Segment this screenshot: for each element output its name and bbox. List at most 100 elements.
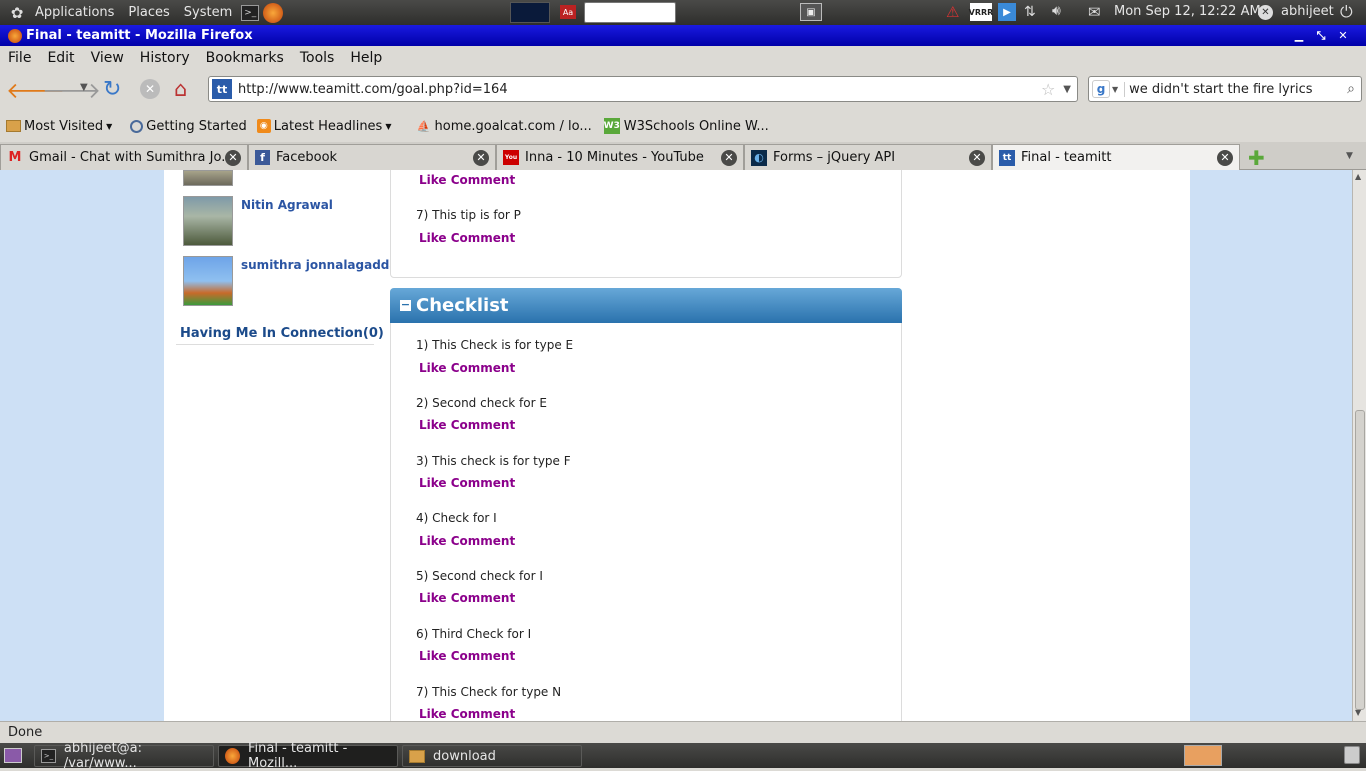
user-name[interactable]: abhijeet — [1281, 4, 1334, 19]
rss-icon: ◉ — [256, 119, 271, 133]
like-comment-link[interactable]: Like Comment — [419, 476, 515, 490]
menu-help[interactable]: Help — [342, 50, 390, 66]
menu-view[interactable]: View — [83, 50, 132, 66]
close-tab-icon[interactable]: ✕ — [225, 149, 241, 166]
bookmark-label: Most Visited — [24, 118, 104, 134]
checklist-header[interactable]: − Checklist — [390, 288, 902, 323]
applications-menu[interactable]: Applications — [28, 5, 121, 20]
search-text[interactable]: we didn't start the fire lyrics — [1124, 81, 1347, 97]
show-desktop-icon[interactable] — [4, 748, 22, 763]
menu-edit[interactable]: Edit — [39, 50, 82, 66]
menu-file[interactable]: File — [0, 50, 39, 66]
gnome-foot-icon[interactable]: ✿ — [6, 4, 28, 22]
like-comment-link[interactable]: Like Comment — [419, 591, 515, 605]
google-engine-icon[interactable]: g — [1092, 80, 1110, 98]
person-name-link[interactable]: Nitin Agrawal — [241, 198, 333, 246]
stop-icon[interactable]: ✕ — [140, 79, 160, 99]
like-comment-link[interactable]: Like Comment — [419, 649, 515, 663]
tab-teamitt[interactable]: tt Final - teamitt ✕ — [992, 144, 1240, 170]
search-bar[interactable]: g ▼ we didn't start the fire lyrics ⌕ — [1088, 76, 1362, 102]
bookmark-getting-started[interactable]: Getting Started — [130, 119, 247, 134]
mail-icon[interactable]: ✉ — [1088, 3, 1101, 21]
taskbar-terminal[interactable]: >_ abhijeet@a: /var/www... — [34, 741, 214, 771]
workspace-switcher-icon[interactable]: ▣ — [800, 3, 822, 21]
user-status-icon[interactable]: ✕ — [1258, 5, 1273, 20]
menu-history[interactable]: History — [132, 50, 198, 66]
trash-icon[interactable] — [1344, 746, 1360, 764]
like-comment-link[interactable]: Like Comment — [419, 361, 515, 375]
tab-jquery[interactable]: ◐ Forms – jQuery API ✕ — [744, 144, 992, 170]
bookmark-most-visited[interactable]: Most Visited ▼ — [6, 119, 112, 134]
vertical-scrollbar[interactable]: ▲ ▼ — [1352, 170, 1366, 721]
taskbar-download[interactable]: download — [402, 745, 582, 767]
bookmark-w3schools[interactable]: W3 W3Schools Online W... — [604, 118, 769, 134]
firefox-launcher-icon[interactable] — [263, 2, 284, 23]
url-dropdown-icon[interactable]: ▼ — [1063, 84, 1071, 95]
terminal-launcher-icon[interactable]: >_ — [241, 4, 260, 21]
like-comment-link[interactable]: Like Comment — [419, 231, 515, 245]
engine-dropdown-icon[interactable]: ▼ — [1112, 85, 1118, 94]
connection-heading-link[interactable]: Having Me In Connection(0) — [180, 326, 384, 341]
home-icon[interactable]: ⌂ — [174, 77, 187, 101]
like-comment-link[interactable]: Like Comment — [419, 418, 515, 432]
taskbar-firefox[interactable]: Final - teamitt - Mozill... — [218, 741, 398, 771]
close-tab-icon[interactable]: ✕ — [473, 149, 489, 166]
like-comment-link[interactable]: Like Comment — [419, 534, 515, 548]
page-viewport: Nitin Agrawal sumithra jonnalagadda Havi… — [0, 170, 1352, 721]
person-name-link[interactable]: sumithra jonnalagadda — [241, 258, 398, 306]
tab-facebook[interactable]: f Facebook ✕ — [248, 144, 496, 170]
clock[interactable]: Mon Sep 12, 12:22 AM — [1114, 4, 1261, 19]
power-icon[interactable]: ⏻ — [1340, 2, 1353, 22]
tab-youtube[interactable]: You Inna - 10 Minutes - YouTube ✕ — [496, 144, 744, 170]
close-window-icon[interactable]: ✕ — [1332, 29, 1354, 42]
bookmark-latest-headlines[interactable]: ◉ Latest Headlines ▼ — [256, 119, 392, 134]
teamitt-icon: tt — [999, 149, 1015, 166]
volume-icon[interactable]: 🔊︎ — [1052, 3, 1061, 19]
scroll-down-icon[interactable]: ▼ — [1355, 708, 1361, 717]
places-menu[interactable]: Places — [121, 5, 176, 20]
avatar[interactable] — [183, 196, 233, 246]
url-text[interactable]: http://www.teamitt.com/goal.php?id=164 — [238, 82, 1041, 97]
avatar[interactable] — [183, 256, 233, 306]
tab-strip: M Gmail - Chat with Sumithra Jo... ✕ f F… — [0, 142, 1366, 170]
application-indicator-icon[interactable]: ▶ — [998, 3, 1016, 21]
history-dropdown-icon[interactable]: ▼ — [80, 82, 88, 93]
bookmark-goalcat[interactable]: ⛵ home.goalcat.com / lo... — [416, 118, 592, 134]
like-comment-link[interactable]: Like Comment — [419, 173, 515, 187]
connection-person: Nitin Agrawal — [183, 196, 333, 246]
bookmark-label: Getting Started — [146, 118, 247, 134]
list-all-tabs-icon[interactable]: ▼ — [1346, 151, 1353, 161]
jquery-icon: ◐ — [751, 149, 767, 166]
close-tab-icon[interactable]: ✕ — [969, 149, 985, 166]
system-menu[interactable]: System — [177, 5, 239, 20]
reload-icon[interactable]: ↻ — [103, 77, 121, 102]
minimize-icon[interactable]: ▁ — [1288, 29, 1310, 42]
network-icon[interactable]: ⇅ — [1024, 4, 1036, 20]
forward-icon[interactable]: 🡒 — [42, 78, 101, 104]
gmail-icon: M — [8, 150, 22, 165]
bookmark-star-icon[interactable]: ☆ — [1041, 80, 1055, 99]
menu-bookmarks[interactable]: Bookmarks — [198, 50, 292, 66]
tab-gmail[interactable]: M Gmail - Chat with Sumithra Jo... ✕ — [0, 144, 248, 170]
connection-person: sumithra jonnalagadda — [183, 256, 398, 306]
window-titlebar[interactable]: Final - teamitt - Mozilla Firefox ▁ ⤡ ✕ — [0, 25, 1366, 46]
maximize-icon[interactable]: ⤡ — [1310, 29, 1332, 43]
folder-icon — [409, 749, 425, 763]
dictionary-lookup-field[interactable] — [584, 2, 676, 23]
scroll-up-icon[interactable]: ▲ — [1355, 172, 1361, 181]
alert-icon[interactable]: ⚠ — [946, 3, 959, 21]
menu-tools[interactable]: Tools — [292, 50, 343, 66]
avatar[interactable] — [183, 170, 233, 186]
search-icon[interactable]: ⌕ — [1347, 81, 1355, 97]
dictionary-icon[interactable]: Aa — [560, 5, 576, 19]
collapse-icon[interactable]: − — [400, 299, 411, 311]
scrollbar-thumb[interactable] — [1355, 410, 1365, 710]
url-bar[interactable]: tt http://www.teamitt.com/goal.php?id=16… — [208, 76, 1078, 102]
system-monitor-graph[interactable] — [510, 2, 550, 23]
keyboard-layout-icon[interactable]: VRRR — [969, 3, 993, 21]
workspace-firefox-icon[interactable] — [1184, 745, 1222, 766]
like-comment-link[interactable]: Like Comment — [419, 707, 515, 721]
close-tab-icon[interactable]: ✕ — [721, 149, 737, 166]
close-tab-icon[interactable]: ✕ — [1217, 149, 1233, 166]
new-tab-icon[interactable]: ✚ — [1248, 146, 1265, 170]
